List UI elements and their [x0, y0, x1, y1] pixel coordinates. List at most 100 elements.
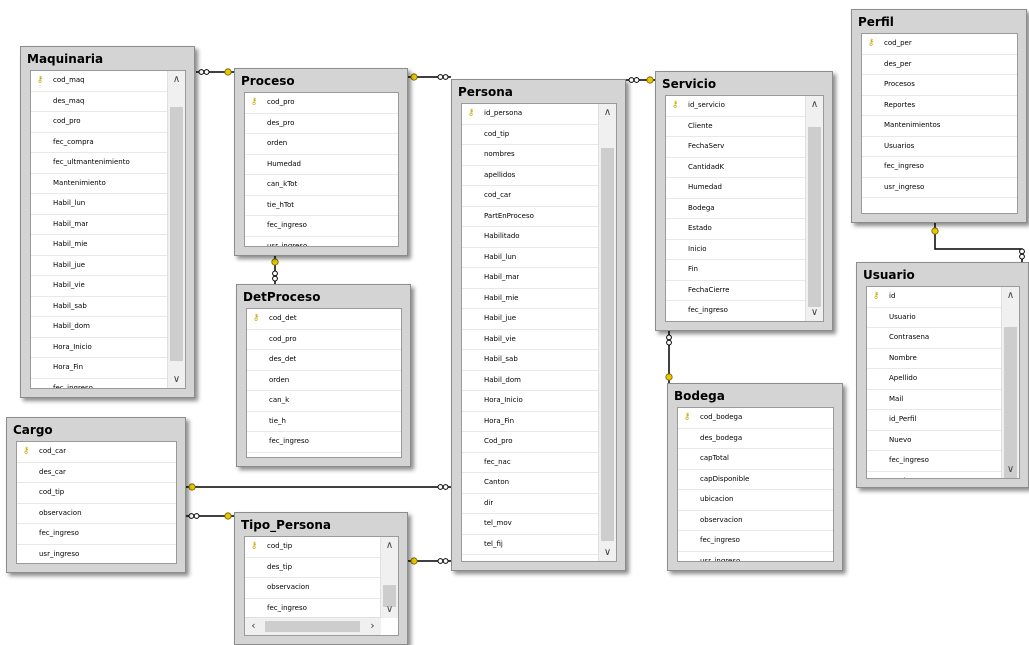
column-row[interactable]: FechaServ [666, 137, 805, 158]
column-row[interactable]: Procesos [862, 75, 1017, 96]
column-row[interactable]: Usuario [867, 308, 1001, 328]
scroll-thumb[interactable] [265, 621, 360, 632]
column-row[interactable]: Humedad [245, 155, 398, 175]
column-row[interactable]: ⚷ id_persona [462, 104, 598, 125]
column-row[interactable]: des_per [862, 55, 1017, 75]
table-detproceso[interactable]: DetProceso ⚷ cod_det cod_pro des_det orden can… [236, 284, 411, 467]
table-maquinaria[interactable]: Maquinaria ⚷ cod_maq des_maq cod_pro fec_comp… [20, 46, 195, 398]
column-row[interactable]: correo [462, 555, 598, 561]
column-row[interactable]: Habil_mie [462, 289, 598, 309]
column-row[interactable]: PartEnProceso [462, 207, 598, 227]
scroll-up-arrow-icon[interactable]: ∧ [168, 71, 185, 88]
column-row[interactable]: fec_ingreso [678, 531, 833, 552]
column-row[interactable]: observacion [678, 511, 833, 531]
table-title[interactable]: Proceso [235, 69, 407, 91]
vertical-scrollbar[interactable]: ∧ ∨ [1001, 287, 1019, 478]
column-row[interactable]: des_car [17, 463, 176, 483]
column-row[interactable]: usr_ingreso [247, 453, 401, 458]
vertical-scrollbar[interactable]: ∧ ∨ [805, 96, 823, 321]
column-row[interactable]: Contrasena [867, 328, 1001, 349]
column-row[interactable]: Cliente [666, 117, 805, 137]
column-row[interactable]: des_maq [31, 92, 167, 112]
vertical-scrollbar[interactable]: ∧ ∨ [598, 104, 616, 561]
table-title[interactable]: Maquinaria [21, 47, 194, 69]
column-row[interactable]: Habilitado [462, 227, 598, 248]
column-row[interactable]: fec_nac [462, 453, 598, 473]
column-row[interactable]: Habil_jue [31, 256, 167, 276]
column-row[interactable]: usr_ingreso [245, 237, 398, 247]
column-row[interactable]: tel_fij [462, 535, 598, 555]
table-servicio[interactable]: Servicio ⚷ id_servicio Cliente FechaServ Cant… [655, 71, 833, 331]
table-bodega[interactable]: Bodega ⚷ cod_bodega des_bodega capTotal capDi… [667, 383, 843, 571]
column-row[interactable]: Habil_sab [462, 350, 598, 371]
column-row[interactable]: Mantenimiento [31, 174, 167, 194]
column-row[interactable]: Habil_sab [31, 297, 167, 317]
column-row[interactable]: Bodega [666, 199, 805, 219]
column-row[interactable]: apellidos [462, 166, 598, 186]
scroll-up-arrow-icon[interactable]: ∧ [599, 104, 616, 121]
horizontal-scrollbar[interactable]: ‹ › [245, 617, 381, 635]
column-row[interactable]: observacion [17, 504, 176, 524]
column-row[interactable]: fec_ingreso [17, 524, 176, 545]
column-row[interactable]: usr_ingreso [862, 178, 1017, 198]
column-row[interactable]: Usuarios [862, 137, 1017, 157]
column-row[interactable]: tie_hTot [245, 196, 398, 216]
scroll-left-arrow-icon[interactable]: ‹ [245, 618, 262, 635]
column-row[interactable]: ⚷ cod_per [862, 34, 1017, 55]
scroll-right-arrow-icon[interactable]: › [364, 618, 381, 635]
column-row[interactable]: des_det [247, 350, 401, 371]
column-row[interactable]: ⚷ cod_bodega [678, 408, 833, 429]
column-row[interactable]: Fin [666, 260, 805, 281]
table-tipo_persona[interactable]: Tipo_Persona ⚷ cod_tip des_tip observacion fe… [234, 512, 408, 645]
column-row[interactable]: des_tip [245, 558, 380, 578]
scroll-thumb[interactable] [1004, 326, 1017, 478]
column-row[interactable]: ⚷ id_servicio [666, 96, 805, 117]
scroll-up-arrow-icon[interactable]: ∧ [806, 96, 823, 113]
table-cargo[interactable]: Cargo ⚷ cod_car des_car cod_tip observacion fe… [6, 417, 186, 573]
column-row[interactable]: Habil_lun [31, 194, 167, 215]
column-row[interactable]: Apellido [867, 369, 1001, 390]
column-row[interactable]: fec_ingreso [862, 157, 1017, 178]
table-perfil[interactable]: Perfil ⚷ cod_per des_per Procesos Reportes Man… [851, 9, 1027, 223]
table-title[interactable]: DetProceso [237, 285, 410, 307]
column-row[interactable]: Habil_mar [462, 268, 598, 289]
table-title[interactable]: Servicio [656, 72, 832, 94]
column-row[interactable]: des_pro [245, 114, 398, 134]
column-row[interactable]: can_k [247, 391, 401, 412]
table-title[interactable]: Cargo [7, 418, 185, 440]
column-row[interactable]: Mail [867, 390, 1001, 410]
vertical-scrollbar[interactable]: ∧ ∨ [380, 537, 398, 618]
column-row[interactable]: Estado [666, 219, 805, 240]
table-usuario[interactable]: Usuario ⚷ id Usuario Contrasena Nombre Apellid… [856, 262, 1029, 488]
column-row[interactable]: Inicio [666, 240, 805, 260]
column-row[interactable]: Habil_vie [31, 276, 167, 297]
column-row[interactable]: observacion [245, 578, 380, 599]
column-row[interactable]: Habil_mar [31, 215, 167, 235]
column-row[interactable]: Hora_Inicio [31, 338, 167, 358]
column-row[interactable]: ⚷ cod_tip [245, 537, 380, 558]
column-row[interactable]: Habil_dom [31, 317, 167, 338]
column-row[interactable]: Humedad [666, 178, 805, 199]
column-row[interactable]: CantidadK [666, 158, 805, 178]
vertical-scrollbar[interactable]: ∧ ∨ [167, 71, 185, 388]
column-row[interactable]: fec_ingreso [245, 216, 398, 237]
column-row[interactable]: Hora_Inicio [462, 391, 598, 412]
scroll-down-arrow-icon[interactable]: ∨ [1002, 461, 1019, 478]
column-row[interactable]: cod_car [462, 186, 598, 207]
scroll-thumb[interactable] [808, 126, 821, 307]
scroll-down-arrow-icon[interactable]: ∨ [381, 601, 398, 618]
column-row[interactable]: ⚷ id [867, 287, 1001, 308]
column-row[interactable]: Habil_lun [462, 248, 598, 268]
scroll-thumb[interactable] [601, 148, 614, 542]
table-title[interactable]: Persona [452, 80, 625, 102]
column-row[interactable]: dir [462, 494, 598, 514]
column-row[interactable]: Nombre [867, 349, 1001, 369]
column-row[interactable]: fec_ultmantenimiento [31, 153, 167, 174]
scroll-down-arrow-icon[interactable]: ∨ [599, 544, 616, 561]
column-row[interactable]: ⚷ cod_pro [245, 93, 398, 114]
column-row[interactable]: fec_ingreso [31, 379, 167, 389]
column-row[interactable]: capDisponible [678, 470, 833, 490]
scroll-down-arrow-icon[interactable]: ∨ [168, 371, 185, 388]
column-row[interactable]: des_bodega [678, 429, 833, 449]
column-row[interactable]: Cod_pro [462, 432, 598, 453]
